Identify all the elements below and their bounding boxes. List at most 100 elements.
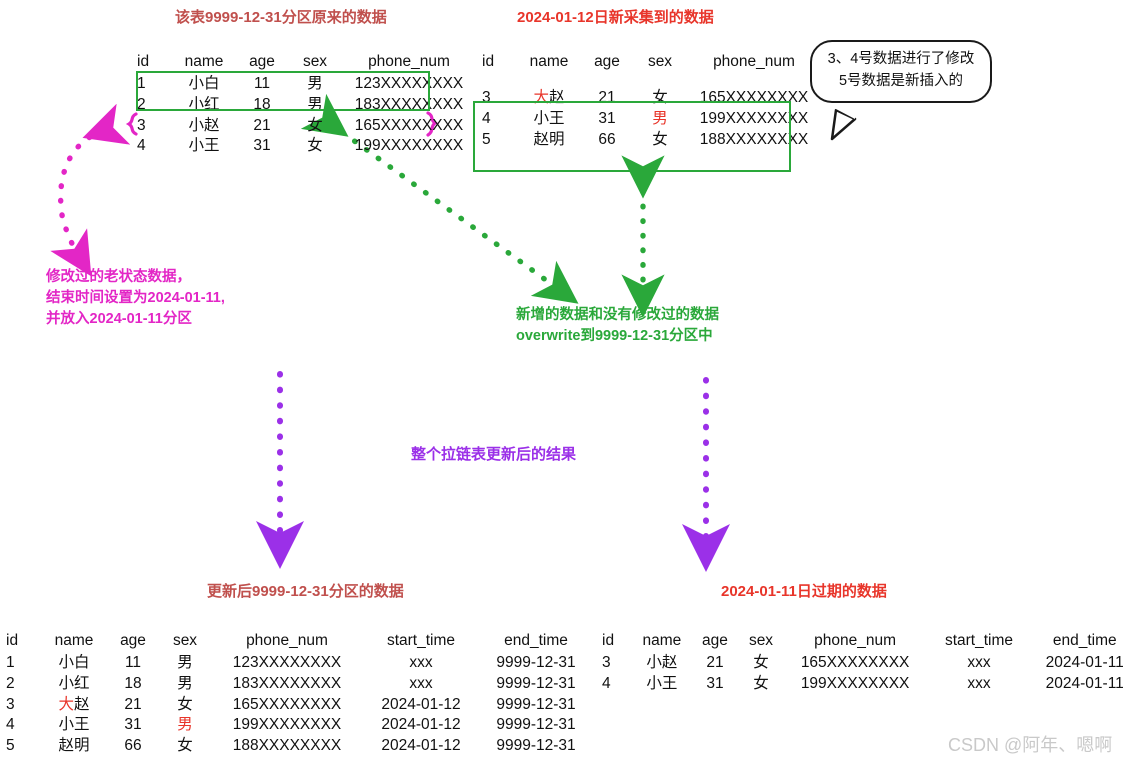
table-row: 4 小王 31 女 199XXXXXXXX xxx 2024-01-11 [600, 674, 1137, 695]
original-table-grid: id name age sex phone_num 1 小白 11 男 123X… [135, 52, 475, 157]
cell-end-time: 9999-12-31 [496, 654, 576, 671]
cell-age: 21 [706, 654, 724, 671]
cell-sex: 男 [307, 75, 323, 92]
cell-end-time: 9999-12-31 [496, 695, 576, 713]
cell-phone-num: 199XXXXXXXX [232, 716, 342, 734]
cell-name-rest: 赵 [549, 89, 565, 106]
cell-id: 4 [137, 137, 146, 155]
col-header-age: age [702, 632, 728, 649]
result-table-grid: id name age sex phone_num start_time end… [4, 631, 592, 757]
cell-age: 18 [253, 95, 271, 113]
col-header-end-time: end_time [504, 632, 568, 649]
cell-name: 大赵 [40, 695, 108, 716]
col-header-id: id [602, 632, 615, 649]
cell-phone-num: 199XXXXXXXX [354, 137, 464, 155]
note-old-state: 修改过的老状态数据， 结束时间设置为2024-01-11, 并放入2024-01… [46, 269, 225, 328]
cell-id: 4 [482, 109, 491, 127]
cell-id: 3 [602, 654, 611, 671]
table-row: 1 小白 11 男 123XXXXXXXX xxx 9999-12-31 [4, 653, 592, 674]
cell-name: 小白 [40, 653, 108, 674]
cell-start-time: 2024-01-12 [381, 695, 461, 713]
cell-id: 5 [482, 130, 491, 148]
cell-name-rest: 小王 [533, 109, 565, 127]
cell-age: 21 [124, 695, 142, 713]
table-row [480, 74, 820, 88]
cell-id: 3 [137, 116, 146, 134]
cell-start-time: xxx [967, 674, 991, 692]
col-header-id: id [482, 53, 495, 70]
cell-name: 小赵 [188, 116, 220, 134]
cell-name: 小王 [631, 674, 693, 695]
table-row: 3 大赵 21 女 165XXXXXXXX 2024-01-12 9999-12… [4, 695, 592, 716]
table-row: 2 小红 18 男 183XXXXXXXX xxx 9999-12-31 [4, 674, 592, 695]
cell-sex: 女 [177, 737, 193, 755]
col-header-phone-num: phone_num [814, 632, 897, 649]
cell-name: 赵明 [516, 130, 582, 151]
cell-start-time: 2024-01-12 [381, 737, 461, 755]
cell-sex: 男 [307, 95, 323, 113]
new-table: id name age sex phone_num 3 大赵 21 女 165X… [480, 52, 820, 150]
table-row: 4 小王 31 女 199XXXXXXXX [135, 136, 475, 157]
col-header-phone-num: phone_num [246, 632, 328, 649]
cell-age: 31 [253, 137, 271, 155]
table-row: 3 小赵 21 女 165XXXXXXXX [135, 116, 475, 137]
col-header-phone-num: phone_num [368, 53, 450, 70]
cell-age: 66 [124, 737, 142, 755]
cell-age: 21 [598, 89, 616, 106]
cell-name-changed-part: 大 [533, 89, 549, 106]
cell-start-time: 2024-01-12 [381, 716, 461, 734]
cell-name: 赵明 [40, 736, 108, 757]
col-header-end-time: end_time [1052, 632, 1117, 649]
cell-name: 大赵 [516, 88, 582, 109]
cell-phone-num: 188XXXXXXXX [232, 737, 342, 755]
cell-phone-num: 183XXXXXXXX [232, 674, 342, 692]
col-header-age: age [120, 632, 146, 649]
cell-name: 小王 [188, 137, 220, 155]
col-header-age: age [249, 53, 275, 70]
col-header-name: name [184, 53, 224, 70]
cell-name-changed-part: 大 [58, 695, 74, 713]
cell-sex: 女 [652, 89, 668, 106]
col-header-age: age [594, 53, 620, 70]
cell-phone-num: 165XXXXXXXX [354, 116, 464, 134]
cell-name: 小白 [188, 75, 220, 92]
cell-end-time: 2024-01-11 [1045, 674, 1124, 692]
note-result: 整个拉链表更新后的结果 [411, 446, 577, 463]
note-overwrite: 新增的数据和没有修改过的数据 overwrite到9999-12-31分区中 [516, 307, 719, 345]
cell-phone-num: 188XXXXXXXX [699, 130, 809, 148]
cell-end-time: 9999-12-31 [496, 716, 576, 734]
col-header-sex: sex [748, 632, 774, 649]
cell-phone-num: 183XXXXXXXX [354, 95, 464, 113]
cell-age: 31 [124, 716, 142, 734]
col-header-name: name [529, 53, 569, 70]
col-header-id: id [137, 53, 150, 70]
table-row: 1 小白 11 男 123XXXXXXXX [135, 74, 475, 95]
cell-id: 4 [6, 716, 15, 734]
cell-id: 1 [137, 75, 146, 92]
cell-id: 5 [6, 737, 15, 755]
cell-phone-num: 165XXXXXXXX [232, 695, 342, 713]
table-row: 4 小王 31 男 199XXXXXXXX [480, 109, 820, 130]
col-header-phone-num: phone_num [713, 53, 795, 70]
cell-sex: 男 [177, 716, 193, 734]
cell-name-rest: 小王 [58, 716, 90, 734]
cell-end-time: 9999-12-31 [496, 737, 576, 755]
expired-table-title: 2024-01-11日过期的数据 [721, 583, 887, 600]
col-header-sex: sex [172, 632, 198, 649]
cell-start-time: xxx [409, 654, 433, 671]
cell-id: 3 [482, 89, 491, 106]
cell-name-rest: 赵 [74, 695, 90, 713]
original-table-title: 该表9999-12-31分区原来的数据 [175, 9, 387, 26]
table-header-row: id name age sex phone_num [135, 52, 475, 74]
col-header-name: name [54, 632, 94, 649]
cell-name-rest: 赵明 [58, 737, 90, 755]
table-row: 4 小王 31 男 199XXXXXXXX 2024-01-12 9999-12… [4, 715, 592, 736]
table-header-row: id name age sex phone_num start_time end… [4, 631, 592, 653]
cell-name: 小王 [516, 109, 582, 130]
bubble-tail [830, 108, 857, 141]
cell-phone-num: 199XXXXXXXX [800, 674, 910, 692]
new-table-grid: id name age sex phone_num 3 大赵 21 女 165X… [480, 52, 820, 150]
cell-sex: 女 [307, 137, 323, 155]
col-header-sex: sex [647, 53, 673, 70]
diagram-canvas: 该表9999-12-31分区原来的数据 id name age sex phon… [0, 0, 1137, 762]
